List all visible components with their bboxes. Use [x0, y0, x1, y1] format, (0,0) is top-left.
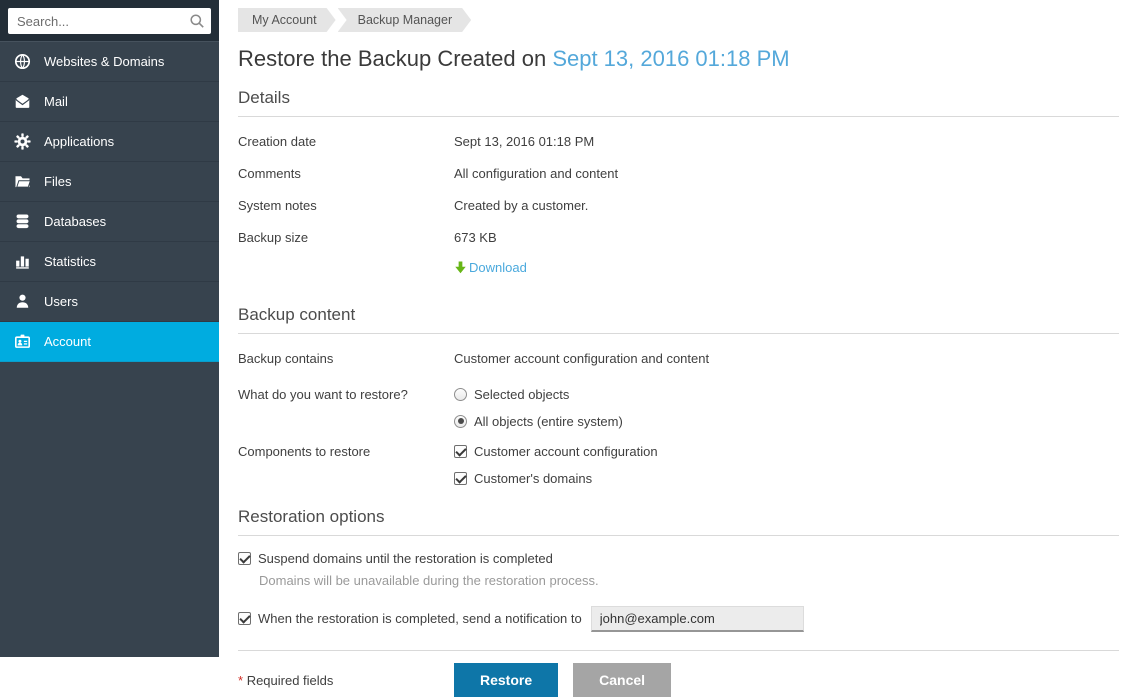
restore-scope-row: What do you want to restore? Selected ob…	[238, 387, 1119, 429]
detail-value: Created by a customer.	[454, 198, 588, 213]
sidebar-item-label: Users	[44, 294, 78, 309]
radio-selected-objects[interactable]	[454, 388, 467, 401]
checkbox-suspend-domains[interactable]	[238, 552, 251, 565]
components-label: Components to restore	[238, 444, 454, 486]
radio-option-selected-objects[interactable]: Selected objects	[454, 387, 623, 402]
sidebar-item-label: Files	[44, 174, 71, 189]
suspend-domains-note: Domains will be unavailable during the r…	[259, 573, 1119, 588]
sidebar-item-applications[interactable]: Applications	[0, 122, 219, 162]
detail-row-system-notes: System notes Created by a customer.	[238, 198, 1119, 213]
radio-all-objects[interactable]	[454, 415, 467, 428]
globe-icon	[14, 53, 34, 70]
sidebar-item-label: Applications	[44, 134, 114, 149]
sidebar-item-users[interactable]: Users	[0, 282, 219, 322]
details-heading: Details	[238, 88, 1119, 117]
checkbox-customers-domains[interactable]	[454, 472, 467, 485]
backup-content-heading: Backup content	[238, 305, 1119, 334]
sidebar-item-label: Statistics	[44, 254, 96, 269]
components-row: Components to restore Customer account c…	[238, 444, 1119, 486]
footer-row: * Required fields Restore Cancel	[238, 663, 1119, 697]
sidebar-item-files[interactable]: Files	[0, 162, 219, 202]
checkbox-option-customers-domains[interactable]: Customer's domains	[454, 471, 658, 486]
folder-icon	[14, 173, 34, 190]
sidebar-item-label: Databases	[44, 214, 106, 229]
download-link[interactable]: Download	[454, 260, 527, 275]
detail-row-backup-size: Backup size 673 KB	[238, 230, 1119, 245]
backup-contains-row: Backup contains Customer account configu…	[238, 351, 1119, 366]
detail-value: Sept 13, 2016 01:18 PM	[454, 134, 594, 149]
radio-label: Selected objects	[474, 387, 569, 402]
radio-label: All objects (entire system)	[474, 414, 623, 429]
restore-button[interactable]: Restore	[454, 663, 558, 697]
checkbox-option-account-configuration[interactable]: Customer account configuration	[454, 444, 658, 459]
search-icon[interactable]	[189, 13, 205, 29]
breadcrumb: My Account Backup Manager	[238, 8, 1119, 32]
mail-icon	[14, 93, 34, 110]
page-title-text: Restore the Backup Created on	[238, 46, 546, 71]
detail-value: 673 KB	[454, 230, 497, 245]
checkbox-option-suspend-domains[interactable]: Suspend domains until the restoration is…	[238, 551, 553, 566]
bar-chart-icon	[14, 253, 34, 270]
detail-row-creation-date: Creation date Sept 13, 2016 01:18 PM	[238, 134, 1119, 149]
sidebar-search	[0, 0, 219, 42]
download-link-label: Download	[469, 260, 527, 275]
sidebar-item-statistics[interactable]: Statistics	[0, 242, 219, 282]
checkbox-account-configuration[interactable]	[454, 445, 467, 458]
required-fields-label: Required fields	[247, 673, 334, 688]
radio-option-all-objects[interactable]: All objects (entire system)	[454, 414, 623, 429]
required-asterisk: *	[238, 673, 243, 688]
detail-row-comments: Comments All configuration and content	[238, 166, 1119, 181]
checkbox-send-notification[interactable]	[238, 612, 251, 625]
detail-label: Comments	[238, 166, 454, 181]
checkbox-label: Suspend domains until the restoration is…	[258, 551, 553, 566]
suspend-domains-row: Suspend domains until the restoration is…	[238, 551, 1119, 566]
main-content: My Account Backup Manager Restore the Ba…	[219, 0, 1121, 697]
gear-icon	[14, 133, 34, 150]
sidebar-item-label: Websites & Domains	[44, 54, 164, 69]
detail-label: Backup size	[238, 230, 454, 245]
user-icon	[14, 293, 34, 310]
components-options: Customer account configuration Customer'…	[454, 444, 658, 486]
page-title-date: Sept 13, 2016 01:18 PM	[552, 46, 789, 71]
required-fields-note: * Required fields	[238, 663, 454, 688]
breadcrumb-item-my-account[interactable]: My Account	[238, 8, 336, 32]
sidebar-item-databases[interactable]: Databases	[0, 202, 219, 242]
cancel-button[interactable]: Cancel	[573, 663, 671, 697]
checkbox-option-send-notification[interactable]: When the restoration is completed, send …	[238, 611, 582, 626]
download-arrow-icon	[454, 261, 467, 275]
database-icon	[14, 213, 34, 230]
page-title: Restore the Backup Created on Sept 13, 2…	[238, 45, 1119, 73]
restore-scope-label: What do you want to restore?	[238, 387, 454, 429]
restoration-options-heading: Restoration options	[238, 507, 1119, 536]
detail-value: All configuration and content	[454, 166, 618, 181]
notification-row: When the restoration is completed, send …	[238, 606, 1119, 632]
sidebar-item-mail[interactable]: Mail	[0, 82, 219, 122]
restore-scope-options: Selected objects All objects (entire sys…	[454, 387, 623, 429]
sidebar-item-account[interactable]: Account	[0, 322, 219, 362]
detail-label: System notes	[238, 198, 454, 213]
detail-label: Creation date	[238, 134, 454, 149]
sidebar: Websites & Domains Mail	[0, 0, 219, 657]
breadcrumb-item-backup-manager[interactable]: Backup Manager	[338, 8, 472, 32]
notification-email-input[interactable]	[591, 606, 804, 632]
checkbox-label: When the restoration is completed, send …	[258, 611, 582, 626]
sidebar-item-label: Mail	[44, 94, 68, 109]
checkbox-label: Customer account configuration	[474, 444, 658, 459]
backup-contains-value: Customer account configuration and conte…	[454, 351, 709, 366]
checkbox-label: Customer's domains	[474, 471, 592, 486]
sidebar-item-label: Account	[44, 334, 91, 349]
download-row: Download	[454, 260, 1119, 280]
id-card-icon	[14, 333, 34, 350]
search-input[interactable]	[8, 8, 211, 34]
sidebar-item-websites-domains[interactable]: Websites & Domains	[0, 42, 219, 82]
footer-divider	[238, 650, 1119, 651]
backup-contains-label: Backup contains	[238, 351, 454, 366]
